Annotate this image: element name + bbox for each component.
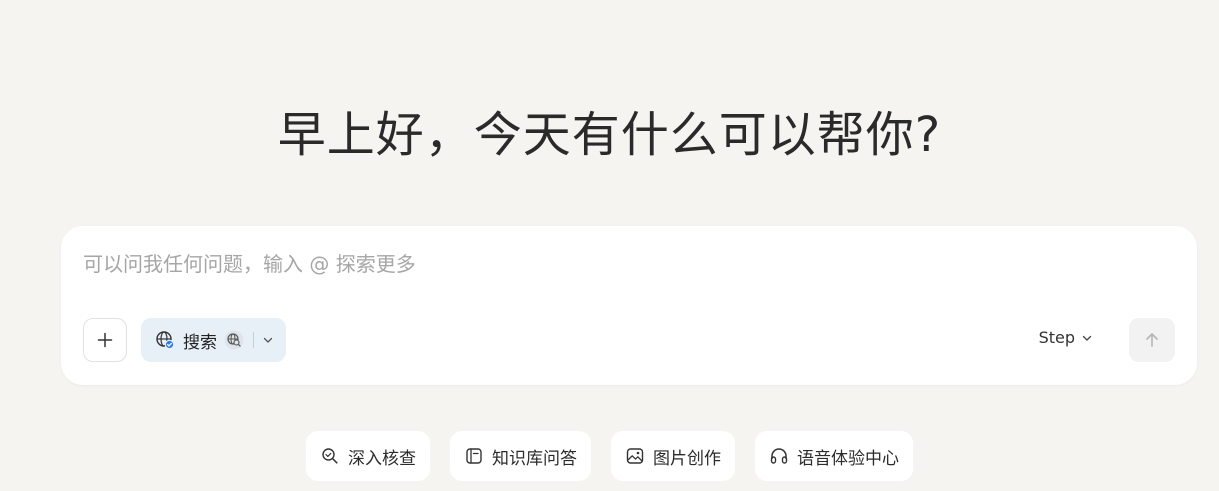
send-button[interactable] [1129, 318, 1175, 362]
image-icon [625, 446, 645, 466]
arrow-up-icon [1143, 331, 1161, 349]
search-source-icon [223, 329, 245, 351]
chip-knowledge-base[interactable]: 知识库问答 [450, 431, 591, 481]
search-toggle-label: 搜索 [183, 332, 217, 353]
prompt-input[interactable] [83, 252, 1083, 276]
chip-deep-verify[interactable]: 深入核查 [306, 431, 430, 481]
chat-composer: 搜索 Step [61, 226, 1197, 385]
greeting-title: 早上好，今天有什么可以帮你? [277, 107, 942, 163]
chip-image-creation[interactable]: 图片创作 [611, 431, 735, 481]
chip-label: 图片创作 [653, 448, 721, 469]
chip-label: 知识库问答 [492, 448, 577, 469]
chip-label: 语音体验中心 [797, 448, 899, 469]
chevron-down-icon [1081, 332, 1093, 344]
chevron-down-icon[interactable] [262, 334, 274, 346]
model-selector-label: Step [1038, 328, 1075, 347]
globe-check-icon [155, 330, 175, 350]
search-check-icon [320, 446, 340, 466]
toggle-divider [253, 332, 254, 348]
plus-icon [97, 332, 113, 348]
add-attachment-button[interactable] [83, 318, 127, 362]
headphones-icon [769, 446, 789, 466]
knowledge-base-icon [464, 446, 484, 466]
chip-label: 深入核查 [348, 448, 416, 469]
chip-voice-center[interactable]: 语音体验中心 [755, 431, 913, 481]
web-search-toggle[interactable]: 搜索 [141, 318, 286, 362]
model-selector[interactable]: Step [1039, 328, 1093, 347]
quick-action-chips: 深入核查 知识库问答 图片创作 语音体验中心 [0, 431, 1219, 481]
